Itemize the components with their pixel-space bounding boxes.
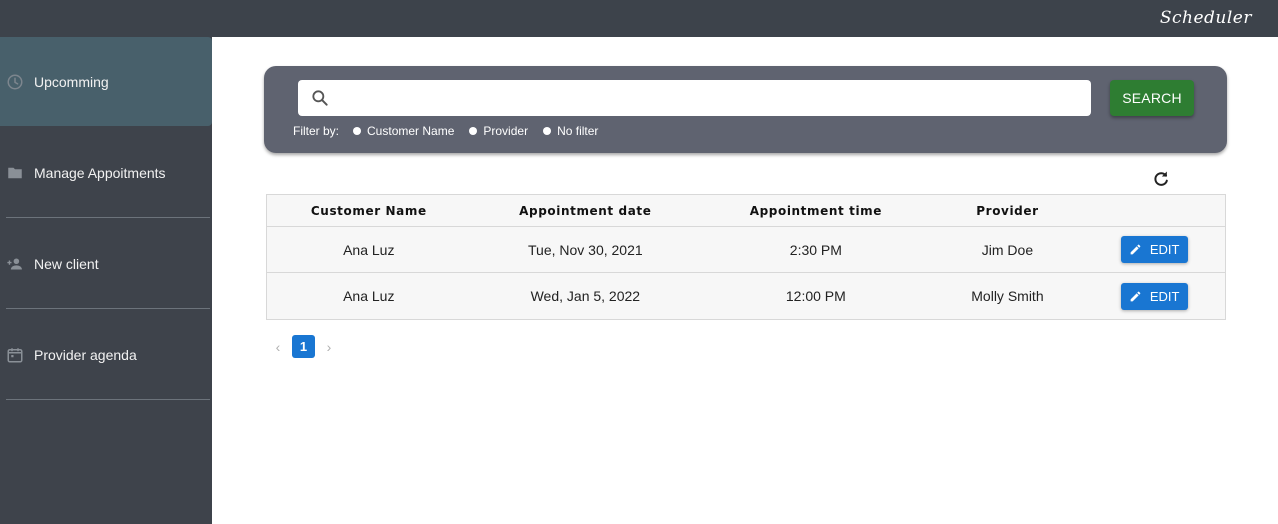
sidebar-item-new-client[interactable]: New client <box>0 219 212 308</box>
pencil-icon <box>1130 244 1141 255</box>
edit-button[interactable]: EDIT <box>1120 236 1188 263</box>
filter-option-provider[interactable]: Provider <box>469 124 528 138</box>
refresh-icon[interactable] <box>1151 169 1171 189</box>
edit-button[interactable]: EDIT <box>1120 282 1188 310</box>
column-header-provider: Provider <box>976 203 1039 218</box>
radio-dot-icon <box>543 127 552 135</box>
sidebar: Upcomming Manage Appoitments New client … <box>0 37 212 524</box>
pagination: ‹ 1 › <box>270 335 337 358</box>
table-row: Ana Luz Tue, Nov 30, 2021 2:30 PM Jim Do… <box>267 227 1225 273</box>
table-header: Customer Name Appointment date Appointme… <box>267 195 1225 227</box>
sidebar-divider <box>6 399 210 400</box>
filter-option-label: Customer Name <box>367 124 455 138</box>
sidebar-item-upcomming[interactable]: Upcomming <box>0 37 212 126</box>
calendar-icon <box>6 346 24 364</box>
clock-icon <box>6 73 24 91</box>
sidebar-item-label: New client <box>34 255 99 272</box>
table-row: Ana Luz Wed, Jan 5, 2022 12:00 PM Molly … <box>267 273 1225 319</box>
folder-icon <box>6 164 24 182</box>
cell-time: 12:00 PM <box>785 288 846 304</box>
sidebar-item-provider-agenda[interactable]: Provider agenda <box>0 310 212 399</box>
search-input[interactable] <box>342 86 1072 110</box>
cell-actions: EDIT <box>1083 282 1225 310</box>
sidebar-item-label: Provider agenda <box>34 346 137 363</box>
sidebar-item-label: Manage Appoitments <box>34 164 166 181</box>
search-button[interactable]: SEARCH <box>1110 80 1194 116</box>
column-header-appointment-time: Appointment time <box>749 203 882 218</box>
cell-date: Wed, Jan 5, 2022 <box>530 288 641 304</box>
filter-option-label: Provider <box>483 124 529 138</box>
search-box[interactable] <box>298 80 1091 116</box>
filter-option-customer-name[interactable]: Customer Name <box>353 124 454 138</box>
pagination-prev-button[interactable]: ‹ <box>270 339 286 355</box>
search-panel: SEARCH Filter by: Customer Name Provider… <box>264 66 1227 153</box>
cell-provider: Molly Smith <box>971 288 1044 304</box>
pagination-next-button[interactable]: › <box>321 339 337 355</box>
filter-option-no-filter[interactable]: No filter <box>543 124 598 138</box>
filter-label: Filter by: <box>293 124 340 138</box>
cell-date: Tue, Nov 30, 2021 <box>528 241 643 258</box>
cell-time: 2:30 PM <box>789 241 842 258</box>
appointments-table: Customer Name Appointment date Appointme… <box>266 194 1226 320</box>
sidebar-divider <box>6 217 210 218</box>
sidebar-divider <box>6 308 210 309</box>
edit-button-label: EDIT <box>1149 242 1180 257</box>
edit-button-label: EDIT <box>1149 288 1180 304</box>
search-icon <box>310 88 330 108</box>
person-add-icon <box>6 255 24 273</box>
top-app-bar: Scheduler <box>0 0 1278 37</box>
cell-actions: EDIT <box>1083 236 1225 263</box>
cell-provider: Jim Doe <box>981 241 1034 258</box>
radio-dot-icon <box>469 127 478 135</box>
cell-customer: Ana Luz <box>343 288 395 304</box>
filter-option-label: No filter <box>557 124 599 138</box>
radio-dot-icon <box>353 127 362 135</box>
column-header-customer-name: Customer Name <box>310 203 427 218</box>
app-title: Scheduler <box>1159 8 1252 28</box>
pencil-icon <box>1130 291 1141 301</box>
sidebar-item-label: Upcomming <box>34 73 109 90</box>
column-header-appointment-date: Appointment date <box>519 203 652 218</box>
sidebar-item-manage-appointments[interactable]: Manage Appoitments <box>0 128 212 217</box>
cell-customer: Ana Luz <box>343 241 395 258</box>
pagination-page-button[interactable]: 1 <box>292 335 315 358</box>
filter-row: Filter by: Customer Name Provider No fil… <box>293 124 613 138</box>
